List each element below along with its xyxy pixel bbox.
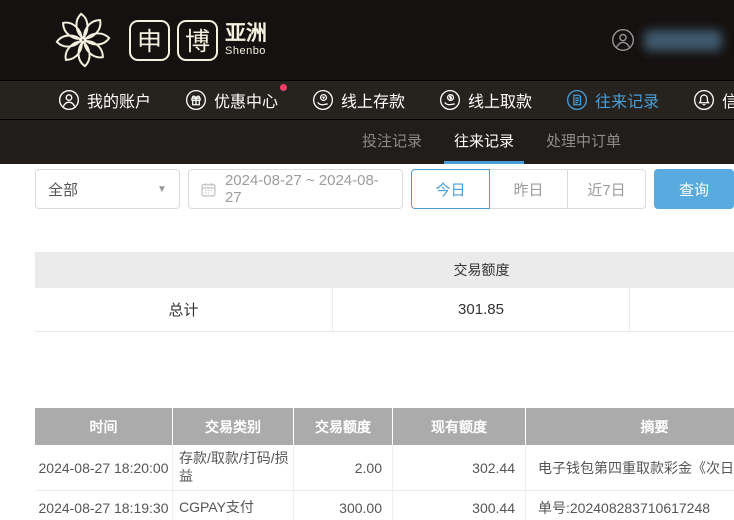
cell-note: 电子钱包第四重取款彩金《次日16 — [525, 445, 734, 490]
table-row: 2024-08-27 18:20:00 存款/取款/打码/损益 2.00 302… — [35, 445, 734, 491]
page: 申 博 亚洲 Shenbo 我的账户 优惠中心 线上存款 线上取款 往来记录 投… — [0, 0, 734, 520]
cell-amount: 2.00 — [293, 445, 392, 490]
cell-balance: 300.44 — [392, 491, 525, 520]
summary-table: 交易额度 总计 301.85 — [35, 252, 734, 332]
search-button[interactable]: 查询 — [654, 169, 734, 209]
summary-empty-cell — [630, 288, 734, 331]
top-header: 申 博 亚洲 Shenbo — [0, 0, 734, 80]
logo-subtitle-text: Shenbo — [225, 45, 266, 58]
cell-type: 存款/取款/打码/损益 — [172, 445, 293, 490]
record-tabs: 投注记录 往来记录 处理中订单 — [0, 119, 734, 164]
nav-label: 我的账户 — [87, 94, 152, 111]
username-redacted — [644, 29, 722, 51]
notification-dot — [280, 84, 288, 91]
category-select-value: 全部 — [48, 181, 79, 199]
cell-balance: 302.44 — [392, 445, 525, 490]
nav-item-withdraw[interactable]: 线上取款 — [439, 88, 532, 112]
nav-item-promotions[interactable]: 优惠中心 — [185, 84, 288, 112]
summary-total-value: 301.85 — [333, 288, 630, 331]
nav-label: 信息 — [722, 88, 734, 112]
tab-label: 处理中订单 — [546, 133, 622, 150]
nav-item-transactions[interactable]: 往来记录 — [566, 88, 659, 112]
deposit-coin-icon — [313, 90, 334, 110]
cell-time: 2024-08-27 18:20:00 — [38, 459, 169, 476]
table-row: 2024-08-27 18:19:30 CGPAY支付 300.00 300.4… — [35, 491, 734, 520]
summary-header-amount: 交易额度 — [453, 262, 510, 278]
cell-note: 单号:202408283710617248 — [525, 491, 734, 520]
cell-amount: 300.00 — [293, 491, 392, 520]
date-range-value: 2024-08-27 ~ 2024-08-27 — [224, 172, 379, 206]
tab-label: 往来记录 — [454, 133, 515, 150]
gift-icon — [186, 90, 207, 110]
last7days-button[interactable]: 近7日 — [567, 169, 646, 209]
flower-logo-icon — [55, 12, 111, 68]
withdraw-coin-icon — [440, 90, 461, 110]
filter-bar: 全部 ▼ 2024-08-27 ~ 2024-08-27 今日 昨日 近7日 查… — [35, 169, 734, 209]
logo-region-text: 亚洲 — [225, 21, 267, 45]
summary-total-row: 总计 301.85 — [35, 288, 734, 332]
col-time: 时间 — [89, 418, 118, 435]
brand-logo[interactable]: 申 博 亚洲 Shenbo — [52, 9, 267, 71]
tab-pending-orders[interactable]: 处理中订单 — [536, 120, 631, 164]
calendar-icon — [201, 182, 216, 197]
summary-total-label: 总计 — [35, 288, 333, 331]
date-range-input[interactable]: 2024-08-27 ~ 2024-08-27 — [187, 169, 403, 209]
avatar-icon — [611, 28, 635, 52]
nav-item-deposit[interactable]: 线上存款 — [312, 88, 405, 112]
logo-char-bo: 博 — [177, 19, 218, 61]
summary-table-header: 交易额度 — [35, 252, 734, 288]
col-amount: 交易额度 — [293, 408, 392, 445]
logo-char-shen: 申 — [129, 19, 170, 61]
tab-betting-records[interactable]: 投注记录 — [352, 120, 432, 164]
col-note: 摘要 — [525, 408, 734, 445]
tab-transaction-records[interactable]: 往来记录 — [444, 120, 525, 164]
quick-date-group: 今日 昨日 近7日 — [411, 169, 646, 209]
chevron-down-icon: ▼ — [157, 183, 167, 195]
transactions-table: 时间 交易类别 交易额度 现有额度 摘要 2024-08-27 18:20:00… — [35, 408, 734, 520]
user-area[interactable] — [611, 28, 722, 52]
nav-item-my-account[interactable]: 我的账户 — [58, 88, 151, 112]
cell-time: 2024-08-27 18:19:30 — [38, 500, 169, 516]
account-icon — [58, 89, 80, 111]
today-button[interactable]: 今日 — [411, 169, 490, 209]
records-icon — [567, 90, 588, 110]
yesterday-button[interactable]: 昨日 — [489, 169, 568, 209]
cell-type: CGPAY支付 — [172, 491, 293, 520]
transactions-table-header: 时间 交易类别 交易额度 现有额度 摘要 — [35, 408, 734, 445]
category-select[interactable]: 全部 ▼ — [35, 169, 180, 209]
main-nav: 我的账户 优惠中心 线上存款 线上取款 往来记录 — [0, 80, 734, 119]
col-type: 交易类别 — [172, 408, 293, 445]
nav-label: 往来记录 — [595, 94, 660, 111]
nav-label: 线上取款 — [468, 94, 533, 111]
nav-item-messages[interactable]: 信息 — [693, 88, 734, 112]
nav-label: 优惠中心 — [214, 94, 279, 111]
nav-label: 线上存款 — [341, 94, 406, 111]
tab-label: 投注记录 — [362, 133, 423, 150]
logo-wordmark: 亚洲 Shenbo — [225, 21, 267, 58]
bell-icon — [694, 90, 715, 110]
col-balance: 现有额度 — [392, 408, 525, 445]
